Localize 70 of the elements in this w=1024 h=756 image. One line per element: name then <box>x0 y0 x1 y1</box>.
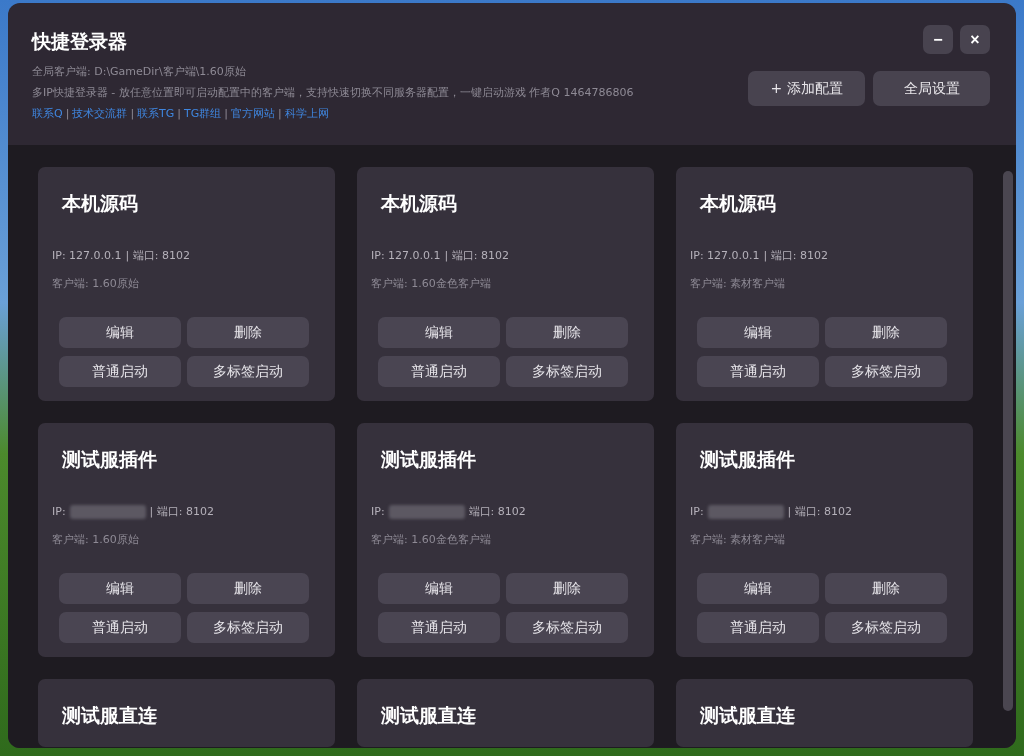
client-label: 客户端: 素材客户端 <box>690 532 787 547</box>
port-label: | 端口: 8102 <box>125 248 190 263</box>
client-path: 全局客户端: D:\GameDir\客户端\1.60原始 <box>32 64 247 80</box>
close-button[interactable]: × <box>960 25 990 54</box>
link[interactable]: TG群组 <box>184 103 222 124</box>
card-title: 测试服插件 <box>699 447 796 472</box>
client-label: 客户端: 1.60原始 <box>52 276 140 291</box>
client-label: 客户端: 素材客户端 <box>690 276 787 291</box>
card-title: 测试服直连 <box>380 703 477 728</box>
link[interactable]: 联系Q <box>32 103 63 124</box>
toolbar-button[interactable]: + 添加配置 <box>748 71 865 106</box>
window-title: 快捷登录器 <box>32 29 128 54</box>
card-button[interactable]: 编辑 <box>697 573 819 604</box>
link[interactable]: 技术交流群 <box>72 103 128 124</box>
card-button[interactable]: 编辑 <box>378 317 500 348</box>
card-button[interactable]: 删除 <box>825 317 947 348</box>
ip-label: IP: <box>371 505 385 518</box>
card-button[interactable]: 普通启动 <box>697 356 819 387</box>
minimize-button[interactable]: − <box>923 25 953 54</box>
card-button[interactable]: 多标签启动 <box>506 356 628 387</box>
link-separator: | <box>65 106 70 122</box>
card-title: 本机源码 <box>379 191 458 216</box>
port-label: | 端口: 8102 <box>149 504 214 519</box>
link-separator: | <box>177 106 182 122</box>
port-label: | 端口: 8102 <box>763 248 828 263</box>
port-label: | 端口: 8102 <box>787 504 852 519</box>
card-button[interactable]: 普通启动 <box>378 356 500 387</box>
card-button[interactable]: 多标签启动 <box>506 612 628 643</box>
link[interactable]: 科学上网 <box>284 103 329 124</box>
card-title: 测试服直连 <box>699 703 796 728</box>
card-button[interactable]: 编辑 <box>59 573 181 604</box>
client-label: 客户端: 1.60金色客户端 <box>371 276 492 291</box>
card-button[interactable]: 编辑 <box>378 573 500 604</box>
card-button[interactable]: 多标签启动 <box>187 612 309 643</box>
app-description: 多IP快捷登录器 - 放任意位置即可启动配置中的客户端，支持快速切换不同服务器配置，一键启动游戏 作者Q 1464786806 <box>32 85 634 101</box>
card-title: 测试服插件 <box>380 447 477 472</box>
link-separator: | <box>130 106 135 122</box>
card-button[interactable]: 普通启动 <box>59 356 181 387</box>
link[interactable]: 官方网站 <box>231 103 276 124</box>
card-button[interactable]: 普通启动 <box>378 612 500 643</box>
port-label: | 端口: 8102 <box>444 248 509 263</box>
link-separator: | <box>224 106 229 122</box>
card-title: 本机源码 <box>698 191 777 216</box>
card-button[interactable]: 编辑 <box>59 317 181 348</box>
ip-label: IP: <box>690 505 704 518</box>
ip-label: IP: <box>52 505 66 518</box>
client-label: 客户端: 1.60原始 <box>52 532 140 547</box>
card-button[interactable]: 普通启动 <box>59 612 181 643</box>
link-separator: | <box>278 106 282 122</box>
card-button[interactable]: 多标签启动 <box>825 356 947 387</box>
port-label: 端口: 8102 <box>468 504 526 519</box>
card-title: 测试服插件 <box>61 447 158 472</box>
client-label: 客户端: 1.60金色客户端 <box>371 532 492 547</box>
link[interactable]: 联系TG <box>137 103 175 124</box>
toolbar-button[interactable]: 全局设置 <box>873 71 990 106</box>
card-title: 测试服直连 <box>61 703 158 728</box>
card-button[interactable]: 删除 <box>506 317 628 348</box>
ip-label: IP: 127.0.0.1 <box>52 249 122 262</box>
card-button[interactable]: 删除 <box>506 573 628 604</box>
card-button[interactable]: 删除 <box>187 317 309 348</box>
card-title: 本机源码 <box>60 191 139 216</box>
card-button[interactable]: 多标签启动 <box>187 356 309 387</box>
ip-label: IP: 127.0.0.1 <box>371 249 441 262</box>
card-button[interactable]: 删除 <box>187 573 309 604</box>
card-button[interactable]: 编辑 <box>697 317 819 348</box>
scrollbar[interactable] <box>1003 171 1013 711</box>
card-button[interactable]: 删除 <box>825 573 947 604</box>
card-button[interactable]: 多标签启动 <box>825 612 947 643</box>
card-button[interactable]: 普通启动 <box>697 612 819 643</box>
ip-label: IP: 127.0.0.1 <box>690 249 760 262</box>
